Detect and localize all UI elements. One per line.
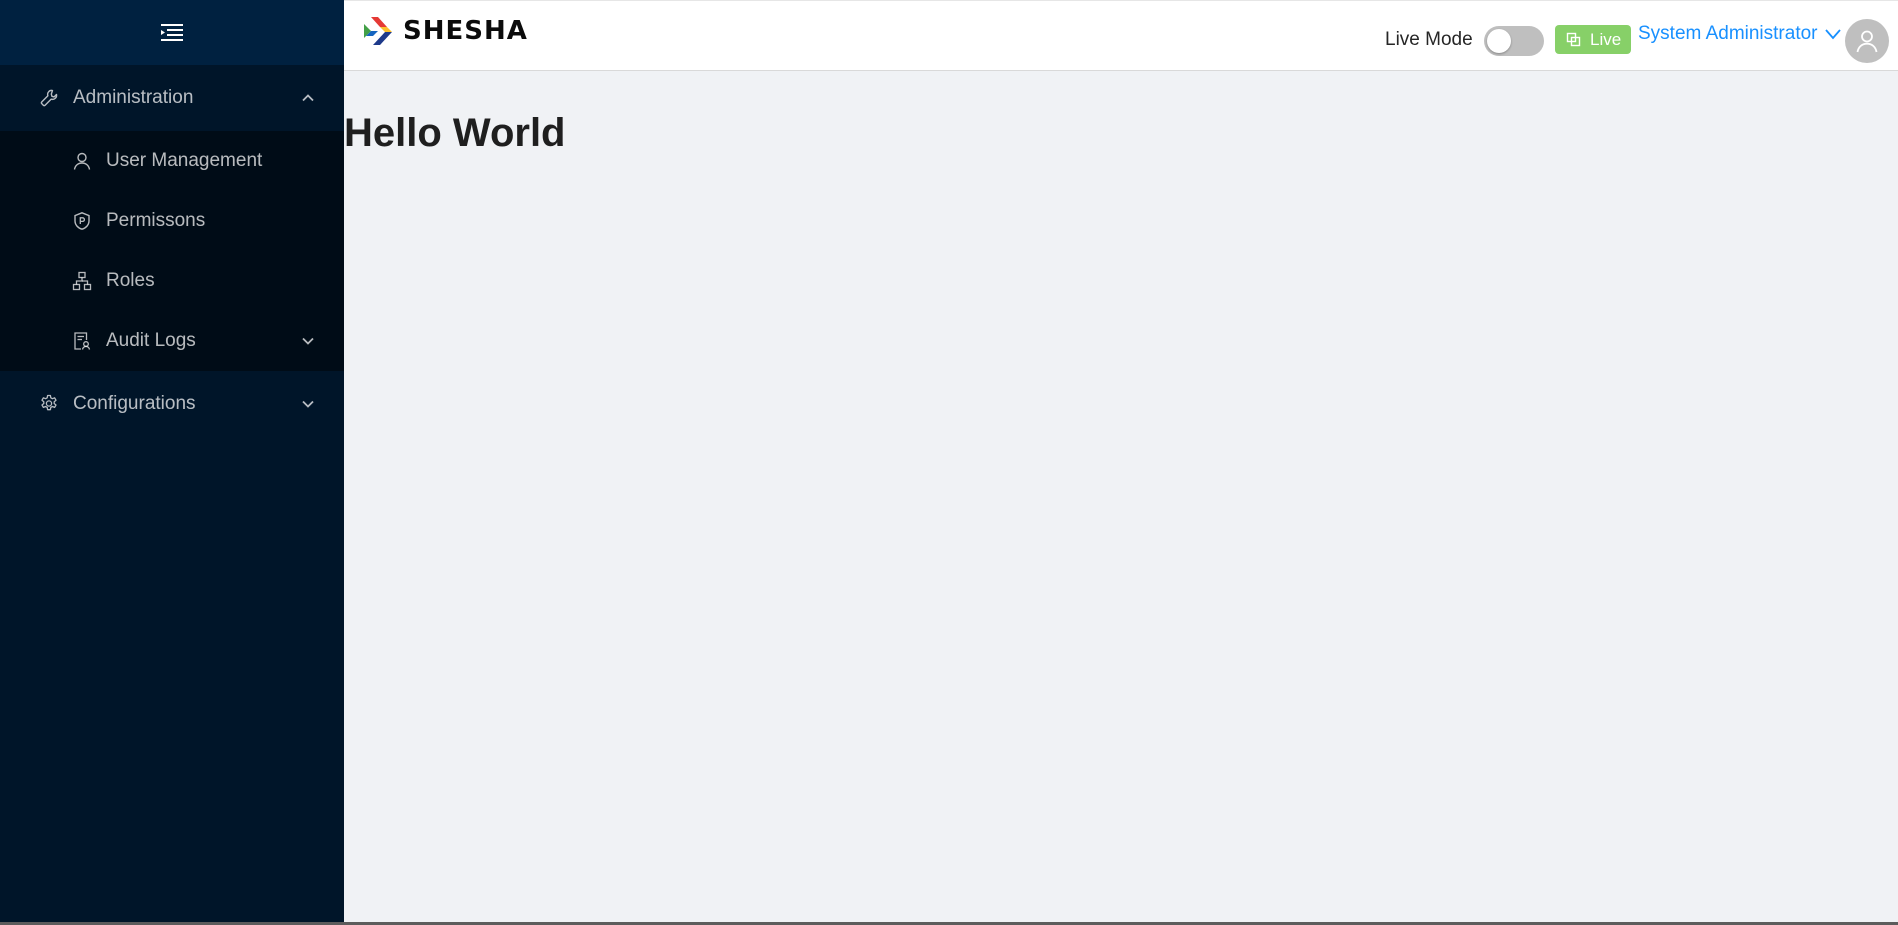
user-avatar-icon — [1856, 30, 1878, 53]
top-header: SHESHA Live Mode Live System Administrat… — [344, 0, 1898, 71]
chevron-down-icon — [300, 333, 316, 349]
wrench-icon — [38, 87, 60, 109]
page-title: Hello World — [344, 111, 566, 155]
sidebar-item-label: Roles — [106, 270, 155, 291]
administration-submenu: User Management Permissons Roles Audit L… — [0, 131, 344, 371]
live-mode-label: Live Mode — [1385, 29, 1473, 50]
sidebar-item-roles[interactable]: Roles — [0, 251, 344, 311]
chevron-down-icon — [300, 396, 316, 412]
live-badge-label: Live — [1590, 29, 1622, 49]
user-name: System Administrator — [1638, 23, 1818, 44]
toggle-knob — [1487, 29, 1511, 53]
sidebar-item-label: User Management — [106, 150, 263, 171]
administration-section: Administration — [0, 65, 344, 131]
hierarchy-icon — [71, 270, 93, 292]
sidebar-item-label: Administration — [73, 87, 194, 108]
live-mode-toggle[interactable] — [1484, 26, 1544, 56]
audit-icon — [71, 330, 93, 352]
chevron-up-icon — [300, 90, 316, 106]
shesha-logo-icon — [364, 17, 392, 45]
sidebar: Administration User Management Permisson… — [0, 0, 344, 925]
gear-icon — [38, 393, 60, 415]
sidebar-header — [0, 0, 344, 65]
sidebar-item-user-management[interactable]: User Management — [0, 131, 344, 191]
sidebar-item-administration[interactable]: Administration — [0, 65, 344, 131]
sidebar-item-label: Audit Logs — [106, 330, 196, 351]
sidebar-item-label: Configurations — [73, 393, 196, 414]
main-content: Hello World — [344, 71, 1898, 923]
avatar[interactable] — [1845, 19, 1889, 63]
sidebar-item-audit-logs[interactable]: Audit Logs — [0, 311, 344, 371]
user-menu[interactable]: System Administrator — [1638, 23, 1842, 45]
chevron-down-icon — [1824, 25, 1842, 43]
brand-name: SHESHA — [403, 16, 528, 46]
sidebar-item-label: Permissons — [106, 210, 206, 231]
shield-icon — [71, 210, 93, 232]
user-icon — [71, 150, 93, 172]
sidebar-item-configurations[interactable]: Configurations — [0, 371, 344, 437]
brand-logo[interactable]: SHESHA — [362, 15, 528, 47]
copy-icon — [1565, 32, 1581, 48]
app-root: Administration User Management Permisson… — [0, 0, 1898, 925]
sidebar-item-permissions[interactable]: Permissons — [0, 191, 344, 251]
menu-collapse-icon[interactable] — [160, 21, 184, 45]
live-badge[interactable]: Live — [1555, 25, 1632, 54]
